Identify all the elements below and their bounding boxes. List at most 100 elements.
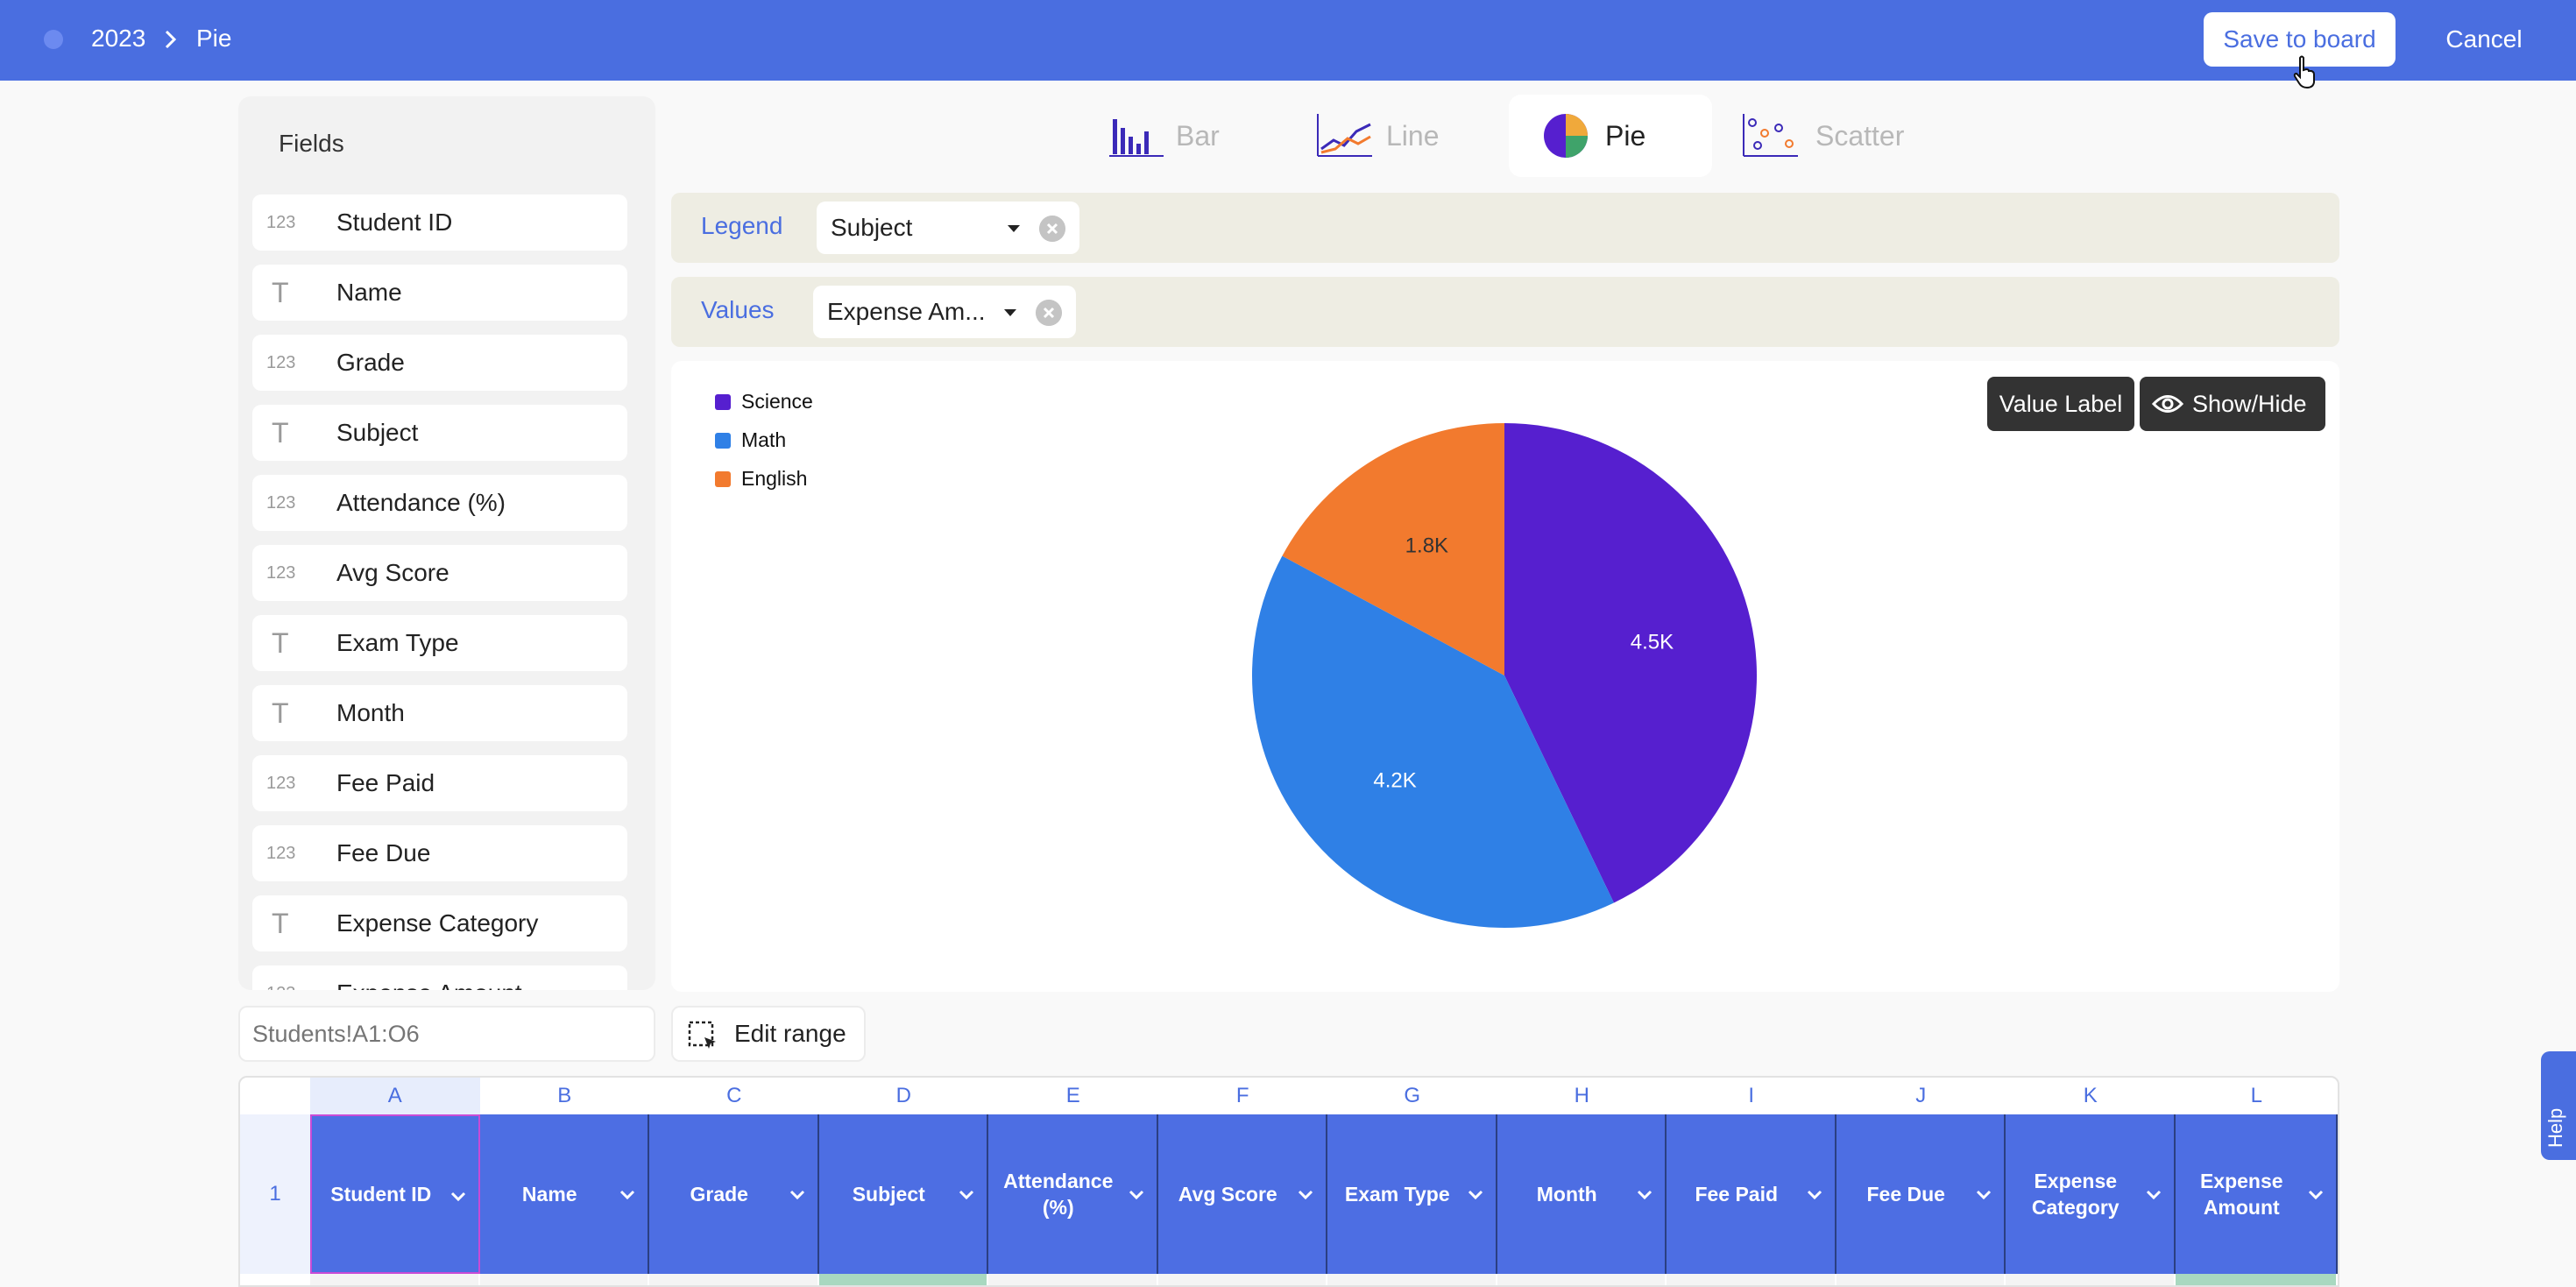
column-letter[interactable]: D — [819, 1078, 989, 1114]
legend-field-value: Subject — [831, 214, 913, 241]
fields-title: Fields — [279, 130, 344, 157]
column-letter[interactable]: E — [988, 1078, 1158, 1114]
header-cell[interactable]: Expense Amount — [2175, 1114, 2338, 1274]
header-cell[interactable]: Grade — [649, 1114, 819, 1274]
header-cell[interactable]: Name — [479, 1114, 649, 1274]
column-letter[interactable]: K — [2006, 1078, 2176, 1114]
breadcrumb-year[interactable]: 2023 — [91, 23, 145, 54]
field-item[interactable]: 123 Fee Due — [252, 825, 627, 881]
column-letter[interactable]: G — [1327, 1078, 1497, 1114]
data-cell[interactable] — [818, 1274, 987, 1285]
clear-legend-icon[interactable] — [1039, 216, 1065, 242]
help-label: Help — [2544, 1107, 2566, 1148]
column-menu-chevron-icon[interactable] — [2308, 1190, 2324, 1200]
pie-chart-icon — [1544, 114, 1588, 158]
column-menu-chevron-icon[interactable] — [959, 1190, 974, 1200]
number-type-icon: 123 — [266, 213, 296, 232]
column-menu-chevron-icon[interactable] — [1637, 1190, 1652, 1200]
field-item-label: Month — [336, 699, 405, 726]
header-cell[interactable]: Exam Type — [1327, 1114, 1497, 1274]
field-item[interactable]: T Expense Category — [252, 895, 627, 951]
help-tab[interactable]: Help — [2541, 1051, 2576, 1160]
header-cell-label: Expense Amount — [2199, 1170, 2283, 1219]
field-item-label: Attendance (%) — [336, 489, 506, 516]
header-cell[interactable]: Attendance (%) — [988, 1114, 1158, 1274]
field-item-label: Fee Due — [336, 839, 431, 866]
chart-type-bar-tab[interactable]: Bar — [1092, 95, 1249, 177]
header-cell[interactable]: Subject — [818, 1114, 988, 1274]
column-letter[interactable]: J — [1836, 1078, 2006, 1114]
row-number[interactable]: 1 — [240, 1114, 310, 1274]
column-menu-chevron-icon[interactable] — [1129, 1190, 1144, 1200]
field-item[interactable]: T Subject — [252, 405, 627, 461]
header-cell[interactable]: Fee Paid — [1667, 1114, 1836, 1274]
header-cell[interactable]: Avg Score — [1157, 1114, 1327, 1274]
header-cell[interactable]: Fee Due — [1836, 1114, 2006, 1274]
eye-icon — [2152, 395, 2183, 413]
column-menu-chevron-icon[interactable] — [2146, 1190, 2162, 1200]
chart-type-bar-label: Bar — [1176, 120, 1220, 152]
data-cell[interactable] — [1497, 1274, 1665, 1285]
chart-type-pie-tab[interactable]: Pie — [1509, 95, 1712, 177]
chevron-down-icon[interactable] — [1008, 225, 1020, 232]
column-letter[interactable]: L — [2176, 1078, 2339, 1114]
legend-drop-zone[interactable]: Legend Subject — [671, 193, 2339, 263]
header-cell-label: Grade — [690, 1183, 748, 1206]
column-menu-chevron-icon[interactable] — [789, 1190, 805, 1200]
data-cell[interactable] — [1667, 1274, 1835, 1285]
field-item[interactable]: T Name — [252, 265, 627, 321]
data-cell[interactable] — [310, 1274, 478, 1285]
value-label-button[interactable]: Value Label — [1987, 377, 2134, 431]
field-item[interactable]: 123 Avg Score — [252, 545, 627, 601]
header-cell[interactable]: Expense Category — [2006, 1114, 2176, 1274]
field-item[interactable]: 123 Grade — [252, 335, 627, 391]
column-menu-chevron-icon[interactable] — [1807, 1190, 1822, 1200]
column-letter[interactable]: C — [649, 1078, 819, 1114]
values-drop-zone[interactable]: Values Expense Am... — [671, 277, 2339, 347]
field-item[interactable]: 123 Student ID — [252, 194, 627, 251]
range-input[interactable] — [238, 1006, 655, 1062]
header-cell-label: Attendance (%) — [1003, 1170, 1114, 1219]
data-cell[interactable] — [2006, 1274, 2174, 1285]
field-item[interactable]: 123 Fee Paid — [252, 755, 627, 811]
header-cell-label: Month — [1536, 1183, 1597, 1206]
column-menu-chevron-icon[interactable] — [1298, 1190, 1313, 1200]
cancel-button[interactable]: Cancel — [2436, 12, 2532, 67]
column-letter[interactable]: B — [480, 1078, 650, 1114]
column-letter[interactable]: H — [1497, 1078, 1667, 1114]
chart-type-line-tab[interactable]: Line — [1302, 95, 1477, 177]
chevron-down-icon[interactable] — [1004, 309, 1016, 316]
scatter-chart-icon — [1743, 114, 1798, 157]
data-cell[interactable] — [1327, 1274, 1496, 1285]
field-item[interactable]: 123 Attendance (%) — [252, 475, 627, 531]
column-menu-chevron-icon[interactable] — [1468, 1190, 1483, 1200]
data-cell[interactable] — [988, 1274, 1157, 1285]
column-letter[interactable]: A — [310, 1078, 480, 1114]
values-field-chip[interactable]: Expense Am... — [813, 286, 1076, 338]
data-cell[interactable] — [2175, 1274, 2336, 1285]
header-cell[interactable]: Month — [1497, 1114, 1667, 1274]
column-menu-chevron-icon[interactable] — [1976, 1190, 1992, 1200]
edit-range-button[interactable]: Edit range — [671, 1006, 866, 1062]
field-item-label: Exam Type — [336, 629, 459, 656]
column-letter[interactable]: F — [1158, 1078, 1328, 1114]
show-hide-button[interactable]: Show/Hide — [2140, 377, 2325, 431]
fields-panel: Fields 123 Student ID T Name 123 Grade T Subjec… — [238, 96, 655, 990]
number-type-icon: 123 — [266, 844, 296, 863]
data-cell[interactable] — [649, 1274, 817, 1285]
column-menu-chevron-icon[interactable] — [619, 1190, 635, 1200]
field-item-label: Subject — [336, 419, 419, 446]
clear-values-icon[interactable] — [1036, 300, 1062, 326]
header-cell[interactable]: Student ID — [310, 1114, 480, 1274]
field-item[interactable]: T Month — [252, 685, 627, 741]
column-menu-chevron-icon[interactable] — [450, 1192, 466, 1202]
chart-type-scatter-tab[interactable]: Scatter — [1731, 95, 1924, 177]
field-item[interactable]: 123 Expense Amount — [252, 965, 627, 990]
legend-field-chip[interactable]: Subject — [817, 202, 1079, 254]
column-letter[interactable]: I — [1667, 1078, 1836, 1114]
data-cell[interactable] — [1157, 1274, 1326, 1285]
data-cell[interactable] — [1836, 1274, 2004, 1285]
field-item[interactable]: T Exam Type — [252, 615, 627, 671]
chart-type-scatter-label: Scatter — [1815, 120, 1905, 152]
data-cell[interactable] — [479, 1274, 648, 1285]
